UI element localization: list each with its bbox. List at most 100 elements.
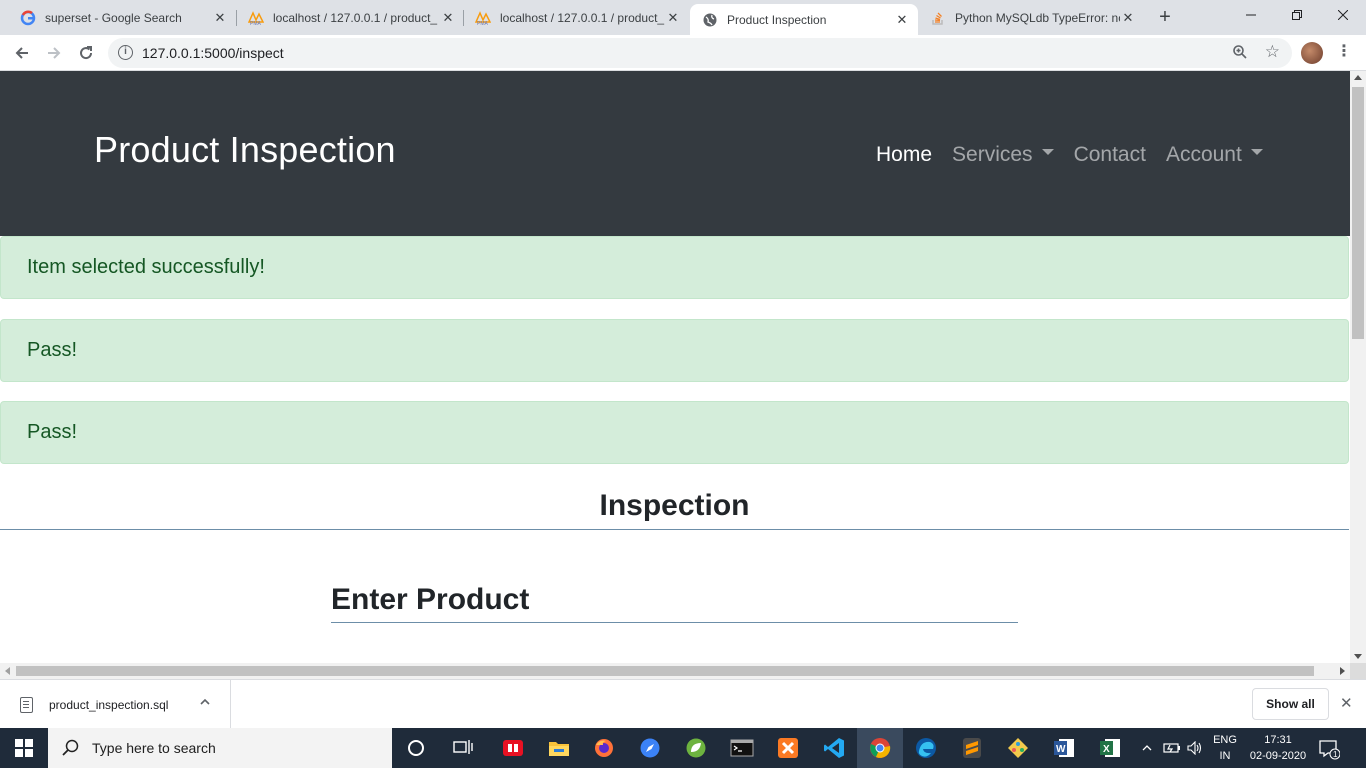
vertical-scrollbar[interactable]	[1350, 71, 1366, 663]
alert-success: Item selected successfully!	[0, 236, 1349, 299]
scroll-left-icon[interactable]	[5, 667, 10, 675]
new-tab-button[interactable]: +	[1154, 6, 1176, 28]
minimize-button[interactable]	[1228, 0, 1274, 30]
git-tool-icon[interactable]	[995, 728, 1041, 768]
nav-services-dropdown[interactable]: Services	[952, 143, 1054, 167]
vscode-icon[interactable]	[811, 728, 857, 768]
divider	[331, 622, 1018, 623]
profile-avatar[interactable]	[1301, 42, 1323, 64]
browser-toolbar: i 127.0.0.1:5000/inspect ☆ ⋮	[0, 35, 1366, 71]
region-code: IN	[1219, 750, 1231, 762]
alert-message: Pass!	[27, 421, 78, 443]
main-nav: Home Services Contact Account	[876, 143, 1283, 167]
bookmark-star-icon[interactable]: ☆	[1265, 42, 1280, 62]
scrollbar-thumb[interactable]	[16, 666, 1314, 676]
site-brand[interactable]: Product Inspection	[94, 129, 396, 171]
scrollbar-corner	[1350, 663, 1366, 679]
safari-compass-icon[interactable]	[627, 728, 673, 768]
tray-chevron-up-icon[interactable]	[1138, 728, 1156, 768]
word-icon[interactable]: W	[1041, 728, 1087, 768]
restore-button[interactable]	[1274, 0, 1320, 30]
scroll-down-icon[interactable]	[1354, 654, 1362, 659]
taskbar-search[interactable]: Type here to search	[48, 728, 392, 768]
browser-menu-icon[interactable]: ⋮	[1336, 43, 1352, 63]
cortana-icon[interactable]	[393, 728, 439, 768]
close-icon[interactable]: ✕	[1340, 694, 1353, 712]
tab-title: localhost / 127.0.0.1 / product_	[273, 10, 438, 25]
reload-button[interactable]	[72, 39, 100, 67]
chrome-icon[interactable]	[857, 728, 903, 768]
chevron-up-icon[interactable]	[199, 696, 211, 711]
nav-account-dropdown[interactable]: Account	[1166, 143, 1263, 167]
alert-success: Pass!	[0, 401, 1349, 464]
firefox-icon[interactable]	[581, 728, 627, 768]
tab-phpmyadmin-2[interactable]: PMA localhost / 127.0.0.1 / product_ ✕	[463, 0, 689, 35]
spring-tools-icon[interactable]	[673, 728, 719, 768]
caret-down-icon	[1041, 149, 1054, 155]
close-icon[interactable]: ✕	[665, 10, 681, 26]
battery-icon[interactable]	[1160, 728, 1184, 768]
show-all-button[interactable]: Show all	[1252, 688, 1329, 720]
system-clock[interactable]: 17:31 02-09-2020	[1244, 732, 1312, 764]
close-icon[interactable]: ✕	[894, 12, 910, 28]
stackoverflow-icon	[930, 10, 946, 26]
address-bar[interactable]: i 127.0.0.1:5000/inspect ☆	[108, 38, 1292, 68]
windows-taskbar: Type here to search W X ENG IN 17:31 02-…	[0, 728, 1366, 768]
nav-contact[interactable]: Contact	[1074, 143, 1146, 167]
back-button[interactable]	[8, 39, 36, 67]
tab-title: localhost / 127.0.0.1 / product_	[500, 10, 665, 25]
scroll-right-icon[interactable]	[1340, 667, 1345, 675]
svg-text:W: W	[1056, 744, 1066, 755]
sublime-text-icon[interactable]	[949, 728, 995, 768]
browser-tab-strip: superset - Google Search ✕ PMA localhost…	[0, 0, 1366, 35]
nav-home[interactable]: Home	[876, 143, 932, 167]
close-icon[interactable]: ✕	[1120, 10, 1136, 26]
scrollbar-thumb[interactable]	[1352, 87, 1364, 339]
clock-date: 02-09-2020	[1249, 750, 1307, 762]
download-item[interactable]: product_inspection.sql	[0, 680, 231, 729]
info-icon[interactable]: i	[118, 45, 133, 60]
tab-title: superset - Google Search	[45, 10, 182, 25]
horizontal-scrollbar[interactable]	[0, 663, 1350, 679]
close-icon[interactable]: ✕	[440, 10, 456, 26]
reload-icon	[80, 46, 93, 60]
notification-center-button[interactable]: 1	[1318, 738, 1346, 760]
svg-text:PMA: PMA	[477, 21, 489, 26]
minimize-icon	[1246, 14, 1256, 16]
svg-text:X: X	[1103, 744, 1110, 755]
download-file-name[interactable]: product_inspection.sql	[49, 698, 168, 712]
close-icon[interactable]: ✕	[212, 10, 228, 26]
zoom-icon[interactable]	[1232, 44, 1248, 64]
divider	[0, 529, 1349, 530]
url-text[interactable]: 127.0.0.1:5000/inspect	[142, 45, 284, 61]
tab-phpmyadmin-1[interactable]: PMA localhost / 127.0.0.1 / product_ ✕	[236, 0, 464, 35]
file-explorer-icon[interactable]	[536, 728, 582, 768]
task-view-icon[interactable]	[440, 728, 486, 768]
file-icon	[20, 696, 33, 713]
excel-icon[interactable]: X	[1087, 728, 1133, 768]
volume-icon[interactable]	[1184, 728, 1206, 768]
tab-title: Python MySQLdb TypeError: nc	[955, 10, 1120, 25]
forward-button[interactable]	[40, 39, 68, 67]
restore-icon	[1292, 10, 1302, 20]
search-icon	[62, 739, 80, 757]
xampp-icon[interactable]	[765, 728, 811, 768]
tab-product-inspection[interactable]: Product Inspection ✕	[690, 4, 918, 35]
scroll-up-icon[interactable]	[1354, 75, 1362, 80]
subsection-title: Enter Product	[331, 583, 530, 616]
terminal-icon[interactable]	[719, 728, 765, 768]
tab-google-search[interactable]: superset - Google Search ✕	[8, 0, 236, 35]
page-viewport: Product Inspection Home Services Contact…	[0, 71, 1350, 663]
tab-stackoverflow[interactable]: Python MySQLdb TypeError: nc ✕	[918, 0, 1144, 35]
tab-title: Product Inspection	[727, 12, 827, 27]
edge-icon[interactable]	[903, 728, 949, 768]
search-placeholder: Type here to search	[92, 740, 216, 756]
close-window-button[interactable]	[1320, 0, 1366, 30]
start-button[interactable]	[0, 728, 48, 768]
language-code: ENG	[1213, 734, 1237, 746]
alert-message: Pass!	[27, 339, 78, 361]
reader-app-icon[interactable]	[490, 728, 536, 768]
phpmyadmin-icon: PMA	[475, 10, 491, 26]
language-indicator[interactable]: ENG IN	[1210, 732, 1240, 764]
alert-message: Item selected successfully!	[27, 256, 265, 278]
